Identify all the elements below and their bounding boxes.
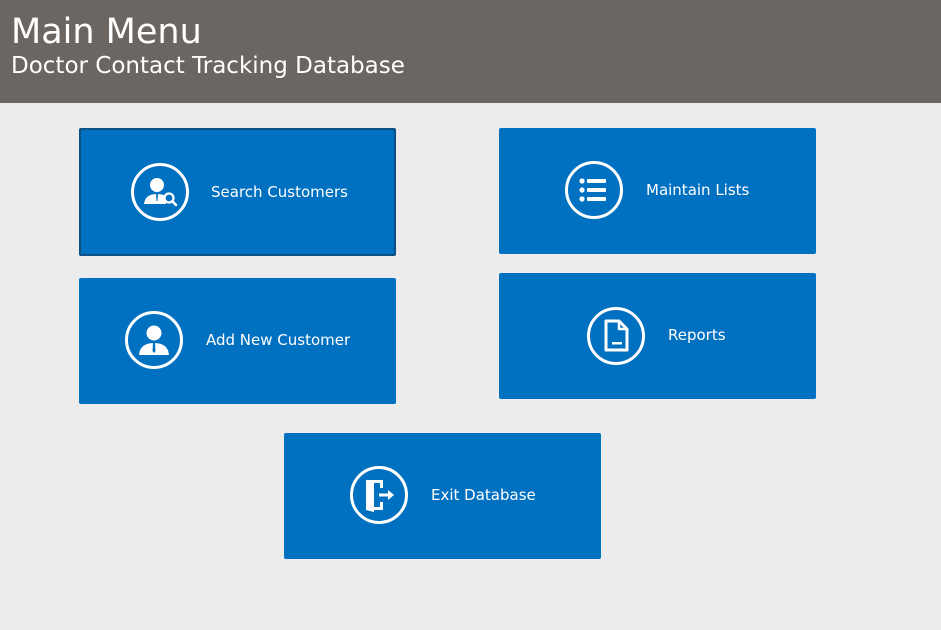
user-search-icon — [131, 163, 189, 221]
add-new-customer-button[interactable]: Add New Customer — [79, 278, 396, 404]
search-customers-label: Search Customers — [211, 183, 348, 201]
search-customers-button[interactable]: Search Customers — [79, 128, 396, 256]
page-subtitle: Doctor Contact Tracking Database — [11, 53, 405, 79]
app-header: Main Menu Doctor Contact Tracking Databa… — [0, 0, 941, 103]
maintain-lists-button[interactable]: Maintain Lists — [499, 128, 816, 254]
add-new-customer-label: Add New Customer — [206, 331, 351, 349]
reports-label: Reports — [668, 326, 726, 344]
exit-door-icon — [350, 466, 408, 524]
list-icon — [565, 161, 623, 219]
exit-database-button[interactable]: Exit Database — [284, 433, 601, 559]
document-icon — [587, 307, 645, 365]
maintain-lists-label: Maintain Lists — [646, 181, 750, 199]
page-title: Main Menu — [11, 12, 202, 52]
user-icon — [125, 311, 183, 369]
exit-database-label: Exit Database — [431, 486, 536, 504]
reports-button[interactable]: Reports — [499, 273, 816, 399]
